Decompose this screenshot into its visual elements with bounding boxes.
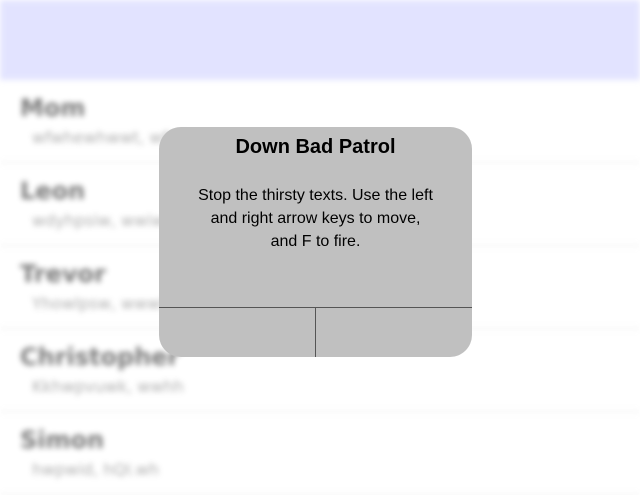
contact-name: Trevor — [20, 260, 106, 288]
dialog-message: Stop the thirsty texts. Use the left and… — [198, 187, 433, 250]
instructions-dialog: Down Bad Patrol Stop the thirsty texts. … — [159, 127, 472, 357]
dialog-title: Down Bad Patrol — [235, 136, 396, 158]
contact-name: Christopher — [20, 343, 180, 371]
contact-preview: wdyhpsiw, wwiww — [32, 211, 178, 230]
dialog-button-row — [159, 307, 472, 357]
contact-preview: hwpwid, hQI.wh — [32, 460, 160, 479]
contact-name: Simon — [20, 426, 105, 454]
dialog-right-button[interactable] — [315, 308, 472, 357]
contact-row: Simon hwpwid, hQI.wh — [0, 412, 640, 495]
contact-name: Leon — [20, 177, 86, 205]
contact-name: Mom — [20, 94, 86, 122]
header-bar — [0, 0, 640, 80]
dialog-left-button[interactable] — [159, 308, 315, 357]
contact-preview: Kkhwpvuwk, wwhh — [32, 377, 184, 396]
